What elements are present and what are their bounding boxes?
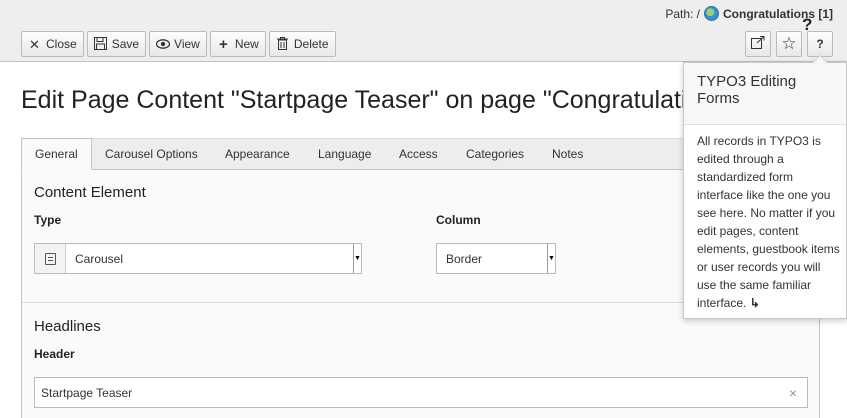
type-select[interactable]: Carousel ▼	[34, 243, 362, 274]
tab-language[interactable]: Language	[318, 139, 371, 170]
page-name-link[interactable]: Congratulations [1]	[723, 7, 833, 21]
chevron-down-icon: ▼	[547, 244, 555, 273]
header-label: Header	[34, 347, 75, 361]
right-toolbar-2: ☆	[776, 31, 802, 57]
bookmark-button[interactable]: ☆	[776, 31, 802, 57]
star-icon: ☆	[781, 34, 797, 53]
column-label: Column	[436, 213, 481, 227]
trash-icon	[276, 36, 289, 52]
type-label: Type	[34, 213, 62, 227]
tab-appearance[interactable]: Appearance	[225, 139, 290, 170]
close-icon: ✕	[29, 36, 40, 52]
tab-general[interactable]: General	[21, 138, 92, 170]
tab-access[interactable]: Access	[399, 139, 438, 170]
tab-notes[interactable]: Notes	[552, 139, 583, 170]
column-value: Border	[446, 251, 483, 266]
clear-icon[interactable]: ×	[789, 385, 797, 401]
help-pointer-icon: ?	[802, 15, 813, 34]
new-label: New	[234, 37, 259, 51]
save-button[interactable]: Save	[86, 31, 147, 57]
tab-carousel-options[interactable]: Carousel Options	[105, 139, 198, 170]
new-button[interactable]: + New	[209, 31, 266, 57]
save-label: Save	[111, 37, 140, 51]
delete-label: Delete	[293, 37, 329, 51]
tab-categories[interactable]: Categories	[466, 139, 524, 170]
globe-icon	[704, 6, 719, 21]
close-button[interactable]: ✕ Close	[21, 31, 84, 57]
view-button[interactable]: View	[149, 31, 207, 57]
header-input[interactable]: Startpage Teaser ×	[34, 377, 808, 408]
doc-toolbar: ✕ Close Save View + New Delete	[21, 31, 336, 57]
content-type-icon	[35, 244, 66, 273]
close-label: Close	[46, 37, 77, 51]
delete-button[interactable]: Delete	[268, 31, 336, 57]
type-value: Carousel	[75, 251, 124, 266]
right-toolbar	[745, 31, 771, 57]
help-icon: ?	[816, 37, 824, 51]
section-title-content-element: Content Element	[34, 184, 146, 201]
section-title-headlines: Headlines	[34, 318, 101, 335]
plus-icon: +	[218, 35, 228, 53]
popover-title: TYPO3 Editing Forms	[684, 63, 846, 125]
popover-text: All records in TYPO3 is edited through a…	[697, 134, 840, 310]
view-label: View	[174, 37, 200, 51]
save-icon	[93, 36, 107, 52]
help-popover: TYPO3 Editing Forms All records in TYPO3…	[683, 55, 847, 319]
page-title: Edit Page Content "Startpage Teaser" on …	[21, 86, 701, 114]
eye-icon	[155, 38, 171, 51]
external-link-icon	[751, 36, 765, 52]
popover-body: All records in TYPO3 is edited through a…	[684, 125, 846, 312]
chevron-down-icon: ▼	[353, 244, 361, 273]
column-select[interactable]: Border ▼	[436, 243, 556, 274]
path-label: Path: /	[665, 6, 700, 21]
module-header: Path: / Congratulations [1] ✕ Close Save…	[0, 0, 847, 62]
more-arrow-icon[interactable]: ↳	[750, 296, 760, 310]
open-new-window-button[interactable]	[745, 31, 771, 57]
header-value: Startpage Teaser	[41, 385, 133, 400]
